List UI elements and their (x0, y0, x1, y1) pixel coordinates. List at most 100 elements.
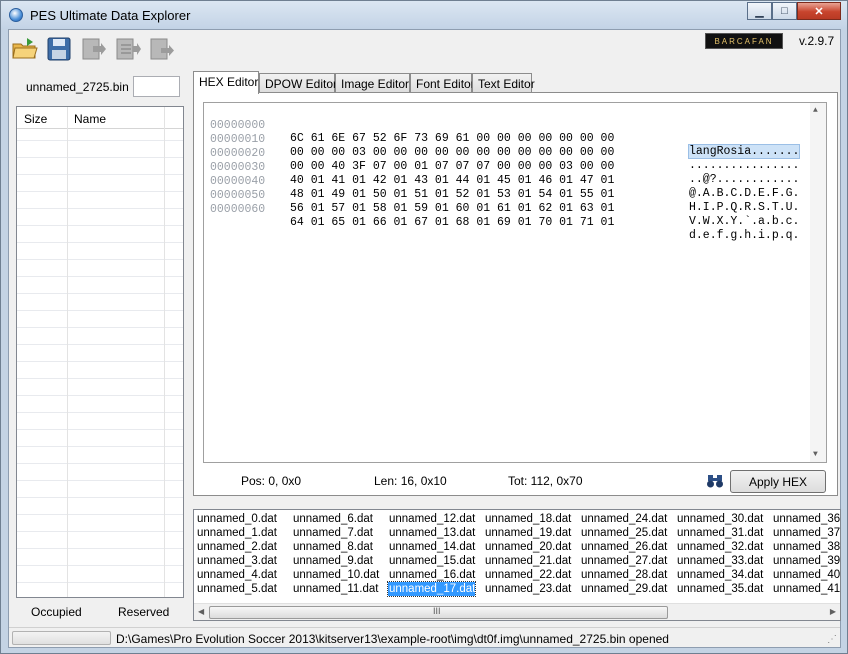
hex-row: 00000040 48 01 49 01 50 01 51 01 52 01 5… (204, 162, 799, 214)
hex-ascii[interactable]: V.W.X.Y.`.a.b.c. (689, 215, 799, 228)
list-item-selected[interactable]: unnamed_17.dat (386, 581, 477, 597)
list-item[interactable]: unnamed_28.dat (580, 568, 667, 582)
tab-dpow-editor[interactable]: DPOW Editor (259, 73, 337, 93)
scroll-left-icon[interactable]: ◀ (198, 607, 204, 616)
list-item[interactable]: unnamed_0.dat (196, 512, 277, 526)
client-area: BARCAFAN v.2.9.7 unnamed_2725.bin Size N… (8, 29, 841, 648)
list-item[interactable]: unnamed_36. (772, 512, 840, 526)
hex-bytes[interactable]: 00 00 00 03 00 00 00 00 00 00 00 00 00 0… (290, 146, 614, 159)
file-list-header: Size Name (17, 107, 183, 129)
list-item[interactable]: unnamed_23.dat (484, 582, 571, 596)
hex-ascii[interactable]: @.A.B.C.D.E.F.G. (689, 187, 799, 200)
list-item[interactable]: unnamed_7.dat (292, 526, 379, 540)
window-title: PES Ultimate Data Explorer (30, 8, 191, 23)
tab-font-editor[interactable]: Font Editor (410, 73, 475, 93)
dat-file-list[interactable]: unnamed_0.dat unnamed_1.dat unnamed_2.da… (193, 509, 841, 621)
tab-image-editor[interactable]: Image Editor (335, 73, 410, 93)
hex-ascii[interactable]: ..@?............ (689, 173, 799, 186)
resize-grip-icon[interactable]: ⋰ (827, 634, 837, 645)
scrollbar-thumb[interactable]: III (209, 606, 668, 619)
list-item[interactable]: unnamed_10.dat (292, 568, 379, 582)
list-item[interactable]: unnamed_9.dat (292, 554, 379, 568)
open-folder-icon[interactable] (11, 36, 39, 62)
list-item[interactable]: unnamed_11.dat (292, 582, 379, 596)
list-item[interactable]: unnamed_5.dat (196, 582, 277, 596)
list-item[interactable]: unnamed_30.dat (676, 512, 763, 526)
list-item[interactable]: unnamed_19.dat (484, 526, 571, 540)
list-item[interactable]: unnamed_20.dat (484, 540, 571, 554)
hex-offset: 00000060 (210, 203, 266, 216)
list-item[interactable]: unnamed_21.dat (484, 554, 571, 568)
app-icon (9, 8, 23, 22)
scroll-up-icon[interactable]: ▲ (813, 106, 818, 115)
list-item[interactable]: unnamed_16.dat (388, 568, 475, 582)
list-item[interactable]: unnamed_25.dat (580, 526, 667, 540)
column-size[interactable]: Size (24, 112, 47, 126)
hex-ascii[interactable]: H.I.P.Q.R.S.T.U. (689, 201, 799, 214)
list-item[interactable]: unnamed_14.dat (388, 540, 475, 554)
list-item[interactable]: unnamed_29.dat (580, 582, 667, 596)
hex-ascii-selected[interactable]: langRosia....... (687, 144, 801, 159)
list-item[interactable]: unnamed_8.dat (292, 540, 379, 554)
column-divider (164, 107, 165, 597)
status-bar: D:\Games\Pro Evolution Soccer 2013\kitse… (9, 627, 840, 647)
hex-ascii[interactable]: ................ (689, 159, 799, 172)
hex-bytes[interactable]: 64 01 65 01 66 01 67 01 68 01 69 01 70 0… (290, 216, 614, 229)
list-item[interactable]: unnamed_3.dat (196, 554, 277, 568)
list-item[interactable]: unnamed_38. (772, 540, 840, 554)
hex-view[interactable]: 00000000 6C 61 6E 67 52 6F 73 69 61 00 0… (203, 102, 827, 463)
title-bar[interactable]: PES Ultimate Data Explorer ▁ □ ✕ (1, 1, 847, 29)
list-item[interactable]: unnamed_6.dat (292, 512, 379, 526)
dat-column: unnamed_6.dat unnamed_7.dat unnamed_8.da… (292, 512, 379, 596)
brand-banner: BARCAFAN (705, 33, 783, 49)
list-item[interactable]: unnamed_27.dat (580, 554, 667, 568)
import-icon[interactable] (79, 36, 107, 62)
replace-icon[interactable] (147, 36, 175, 62)
hex-bytes[interactable]: 48 01 49 01 50 01 51 01 52 01 53 01 54 0… (290, 188, 614, 201)
save-icon[interactable] (45, 36, 73, 62)
total-readout: Tot: 112, 0x70 (508, 474, 583, 488)
hex-bytes[interactable]: 00 00 40 3F 07 00 01 07 07 07 00 00 00 0… (290, 160, 614, 173)
column-name[interactable]: Name (74, 112, 106, 126)
hex-bytes[interactable]: 56 01 57 01 58 01 59 01 60 01 61 01 62 0… (290, 202, 614, 215)
list-item[interactable]: unnamed_24.dat (580, 512, 667, 526)
list-item[interactable]: unnamed_40. (772, 568, 840, 582)
hex-bytes[interactable]: 6C 61 6E 67 52 6F 73 69 61 00 00 00 00 0… (290, 132, 614, 145)
export-icon[interactable] (113, 36, 141, 62)
hex-vertical-scrollbar[interactable]: ▲ ▼ (810, 103, 826, 462)
list-item[interactable]: unnamed_4.dat (196, 568, 277, 582)
scroll-right-icon[interactable]: ▶ (830, 607, 836, 616)
tab-text-editor[interactable]: Text Editor (472, 73, 535, 93)
list-item[interactable]: unnamed_13.dat (388, 526, 475, 540)
hex-bytes[interactable]: 40 01 41 01 42 01 43 01 44 01 45 01 46 0… (290, 174, 614, 187)
list-item[interactable]: unnamed_12.dat (388, 512, 475, 526)
dat-horizontal-scrollbar[interactable]: ◀ III ▶ (194, 603, 840, 620)
toolbar: BARCAFAN v.2.9.7 (9, 30, 840, 68)
list-item[interactable]: unnamed_1.dat (196, 526, 277, 540)
list-item[interactable]: unnamed_32.dat (676, 540, 763, 554)
close-button[interactable]: ✕ (797, 2, 841, 20)
list-item[interactable]: unnamed_18.dat (484, 512, 571, 526)
list-item[interactable]: unnamed_15.dat (388, 554, 475, 568)
scroll-down-icon[interactable]: ▼ (813, 450, 818, 459)
binoculars-icon[interactable] (706, 473, 724, 489)
dat-column: unnamed_12.dat unnamed_13.dat unnamed_14… (386, 512, 477, 597)
list-item[interactable]: unnamed_39. (772, 554, 840, 568)
list-item[interactable]: unnamed_31.dat (676, 526, 763, 540)
minimize-button[interactable]: ▁ (747, 2, 772, 20)
list-item[interactable]: unnamed_22.dat (484, 568, 571, 582)
hex-row: 00000000 6C 61 6E 67 52 6F 73 69 61 00 0… (204, 106, 801, 159)
tab-hex-editor[interactable]: HEX Editor (193, 71, 259, 94)
list-item[interactable]: unnamed_34.dat (676, 568, 763, 582)
list-item[interactable]: unnamed_41. (772, 582, 840, 596)
list-item[interactable]: unnamed_35.dat (676, 582, 763, 596)
list-item[interactable]: unnamed_2.dat (196, 540, 277, 554)
hex-ascii[interactable]: d.e.f.g.h.i.p.q. (689, 229, 799, 242)
search-input[interactable] (133, 76, 180, 97)
list-item[interactable]: unnamed_37. (772, 526, 840, 540)
maximize-button[interactable]: □ (772, 2, 797, 20)
list-item[interactable]: unnamed_33.dat (676, 554, 763, 568)
file-list[interactable]: Size Name (16, 106, 184, 598)
list-item[interactable]: unnamed_26.dat (580, 540, 667, 554)
apply-hex-button[interactable]: Apply HEX (730, 470, 826, 493)
